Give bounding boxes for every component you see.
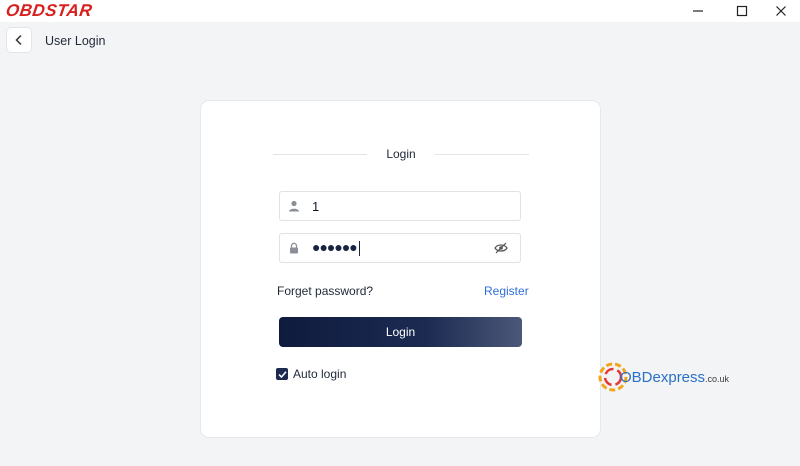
minimize-icon	[693, 10, 703, 12]
username-field[interactable]: 1	[279, 191, 521, 221]
text-caret	[358, 240, 360, 256]
page-title: User Login	[45, 34, 106, 48]
auto-login-label: Auto login	[293, 367, 347, 381]
login-title-row: Login	[273, 147, 529, 163]
title-bar: OBDSTAR	[0, 0, 800, 22]
maximize-button[interactable]	[727, 0, 757, 22]
app-window: OBDSTAR User Login Login 1 ●●●●●● Forget…	[0, 0, 800, 466]
register-link[interactable]: Register	[484, 284, 529, 298]
page-header: User Login	[0, 22, 800, 62]
eye-off-icon[interactable]	[494, 242, 508, 254]
password-field[interactable]: ●●●●●●	[279, 233, 521, 263]
login-card: Login 1 ●●●●●● Forget password? Register	[201, 101, 600, 437]
user-icon	[289, 200, 299, 212]
title-divider-left	[273, 154, 367, 155]
lock-icon	[290, 242, 298, 254]
brand-logo: OBDSTAR	[4, 1, 94, 20]
login-title: Login	[386, 147, 416, 161]
login-button[interactable]: Login	[279, 317, 522, 347]
auto-login-checkbox[interactable]	[276, 368, 288, 380]
watermark-text: OBDexpress.co.uk	[620, 369, 729, 386]
maximize-icon	[736, 5, 748, 17]
auto-login-option[interactable]: Auto login	[276, 367, 346, 381]
forget-password-link[interactable]: Forget password?	[277, 284, 373, 298]
username-value: 1	[312, 199, 320, 214]
watermark-name: OBDexpress	[620, 368, 706, 386]
watermark-suffix: .co.uk	[705, 373, 730, 384]
close-button[interactable]	[766, 0, 796, 22]
chevron-left-icon	[15, 34, 22, 46]
checkmark-icon	[277, 370, 287, 378]
back-button[interactable]	[7, 28, 31, 52]
minimize-button[interactable]	[683, 0, 713, 22]
close-icon	[776, 6, 786, 16]
watermark: OBDexpress.co.uk	[596, 360, 729, 394]
password-mask: ●●●●●●	[312, 239, 358, 255]
title-divider-right	[435, 154, 529, 155]
password-value: ●●●●●●	[312, 239, 360, 256]
